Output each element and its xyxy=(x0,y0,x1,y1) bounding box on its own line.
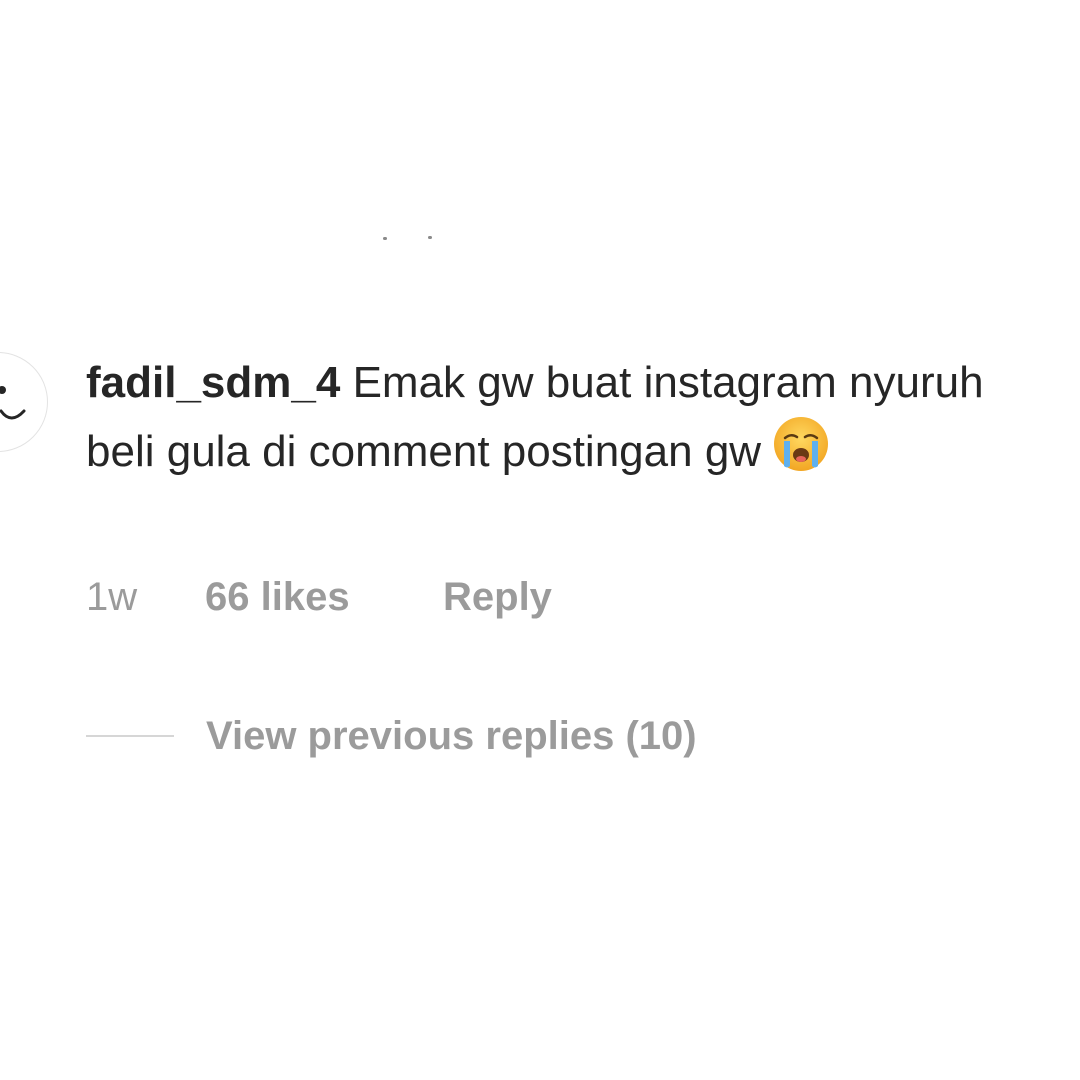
loudly-crying-face-icon xyxy=(771,414,831,474)
comment-username[interactable]: fadil_sdm_4 xyxy=(86,358,340,407)
replies-divider-line xyxy=(86,735,174,737)
likes-count-link[interactable]: 66 likes xyxy=(205,572,443,622)
view-previous-replies-label: View previous replies (10) xyxy=(206,714,697,758)
comment-meta: 1w 66 likes Reply xyxy=(86,572,552,622)
comment-timestamp: 1w xyxy=(86,575,138,619)
artifact-dot xyxy=(428,236,432,239)
view-previous-replies-button[interactable]: View previous replies (10) xyxy=(86,711,697,761)
avatar-face-icon xyxy=(0,386,26,420)
comment-body: fadil_sdm_4 Emak gw buat instagram nyuru… xyxy=(86,352,1056,483)
avatar[interactable] xyxy=(0,352,48,452)
reply-button[interactable]: Reply xyxy=(443,572,552,622)
artifact-dot xyxy=(383,237,387,240)
page: fadil_sdm_4 Emak gw buat instagram nyuru… xyxy=(0,0,1080,1080)
